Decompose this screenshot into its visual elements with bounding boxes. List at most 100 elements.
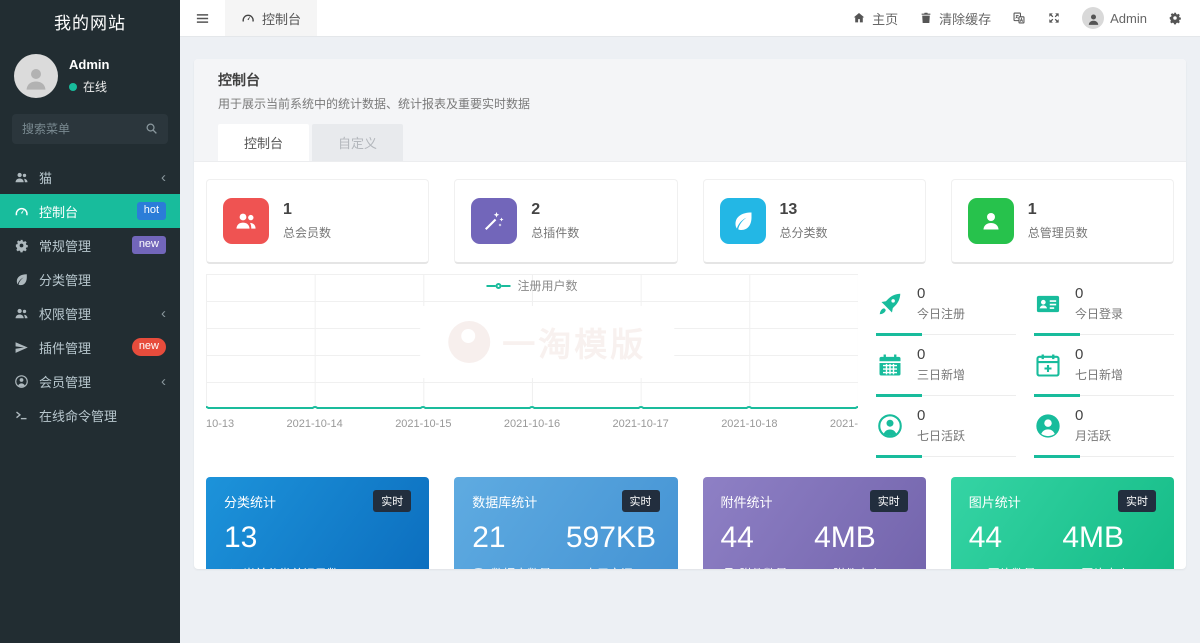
panel-value-label: 图片数量 (988, 565, 1036, 569)
panel-body: 1 总会员数 2 总插件数 13 (194, 162, 1186, 569)
magic-wand-icon (471, 198, 517, 244)
stat-label: 今日注册 (917, 305, 965, 322)
card-total-members[interactable]: 1 总会员数 (206, 179, 429, 264)
chart-point[interactable] (745, 406, 753, 409)
sidebar-item-category[interactable]: 分类管理 (0, 262, 180, 296)
stat-month-active: 0 月活跃 (1034, 396, 1174, 457)
panel-header: 控制台 用于展示当前系统中的统计数据、统计报表及重要实时数据 控制台 自定义 (194, 59, 1186, 162)
panel-image-stats[interactable]: 图片统计 实时 44 图片数量 (951, 477, 1174, 569)
language-icon (1012, 11, 1026, 25)
sidebar-item-addon[interactable]: 插件管理 new (0, 330, 180, 364)
stat-value: 0 (917, 346, 965, 363)
stat-value: 0 (917, 407, 965, 424)
sidebar-item-member[interactable]: 会员管理 ‹ (0, 364, 180, 398)
sidebar-item-auth[interactable]: 权限管理 ‹ (0, 296, 180, 330)
cogs-icon (14, 238, 29, 253)
panel-value: 44 (969, 521, 1063, 555)
legend-line-icon (486, 285, 495, 287)
chart-point[interactable] (854, 406, 858, 409)
x-tick-label: 2021-10-15 (395, 418, 451, 430)
sidebar-item-label: 会员管理 (39, 372, 91, 391)
panel-database-stats[interactable]: 数据库统计 实时 21 数据表数量 (454, 477, 677, 569)
x-tick-label: 2021-10-19 (830, 418, 858, 430)
user-icon (21, 64, 51, 94)
site-logo[interactable]: 我的网站 (0, 0, 180, 42)
language-button[interactable] (1012, 11, 1026, 25)
chart-point[interactable] (311, 406, 319, 409)
x-tick-label: 2021-10-13 (206, 418, 234, 430)
realtime-badge: 实时 (1118, 490, 1156, 512)
home-button[interactable]: 主页 (852, 9, 898, 28)
stat-value: 0 (1075, 346, 1123, 363)
sidebar-item-label: 控制台 (39, 202, 78, 221)
panel-tabs: 控制台 自定义 (218, 124, 1162, 161)
card-total-categories[interactable]: 13 总分类数 (703, 179, 926, 264)
watermark-text: 一淘模版 (502, 318, 646, 366)
chart-point[interactable] (528, 406, 536, 409)
dashboard-panel: 控制台 用于展示当前系统中的统计数据、统计报表及重要实时数据 控制台 自定义 1… (194, 59, 1186, 569)
chart-point[interactable] (419, 406, 427, 409)
stat-panels: 分类统计 实时 13 当前分类总记录数 (206, 477, 1174, 569)
panel-attachment-stats[interactable]: 附件统计 实时 44 附件数量 (703, 477, 926, 569)
paper-plane-icon (14, 340, 29, 355)
stat-label: 月活跃 (1075, 427, 1111, 444)
sidebar-menu: 猫 ‹ 控制台 hot 常规管理 new 分类管理 权限管理 ‹ 插件管理 ne… (0, 160, 180, 643)
settings-button[interactable] (1168, 11, 1182, 25)
registered-users-chart[interactable]: 注册用户数 一淘模版 (206, 274, 858, 430)
tab-console[interactable]: 控制台 (218, 124, 309, 161)
topbar-tab-console[interactable]: 控制台 (225, 0, 317, 36)
new-badge: new (132, 236, 166, 253)
user-status[interactable]: 在线 (69, 78, 109, 95)
panel-value: 13 (224, 521, 411, 555)
watermark: 一淘模版 (420, 306, 674, 378)
stat-label: 七日新增 (1075, 366, 1123, 383)
leaf-icon (720, 198, 766, 244)
leaf-icon (14, 272, 29, 287)
sidebar-item-command[interactable]: 在线命令管理 (0, 398, 180, 432)
users-group-icon (14, 170, 29, 185)
trash-icon (919, 11, 933, 25)
sidebar-toggle-button[interactable] (180, 0, 225, 36)
card-total-addons[interactable]: 2 总插件数 (454, 179, 677, 264)
magic-wand-icon (224, 567, 237, 569)
page-subtitle: 用于展示当前系统中的统计数据、统计报表及重要实时数据 (218, 95, 1162, 112)
chevron-left-icon: ‹ (161, 374, 166, 389)
card-label: 总会员数 (283, 224, 331, 241)
stat-3day-new: 0 三日新增 (876, 335, 1016, 396)
user-status-label: 在线 (83, 78, 107, 95)
search-icon[interactable] (144, 121, 159, 136)
x-tick-label: 2021-10-17 (613, 418, 669, 430)
topbar-user-name: Admin (1110, 11, 1147, 26)
site-title: 我的网站 (54, 9, 126, 34)
panel-title: 分类统计 (224, 492, 276, 511)
card-value: 13 (780, 201, 828, 219)
chevron-left-icon: ‹ (161, 170, 166, 185)
menu-icon (195, 11, 210, 26)
card-total-admins[interactable]: 1 总管理员数 (951, 179, 1174, 264)
user-circle-icon (14, 374, 29, 389)
user-menu[interactable]: Admin (1082, 7, 1147, 29)
card-value: 2 (531, 201, 579, 219)
id-card-icon (1034, 290, 1062, 318)
tab-custom[interactable]: 自定义 (312, 124, 403, 161)
panel-value: 597KB (566, 521, 660, 555)
sidebar-item-general[interactable]: 常规管理 new (0, 228, 180, 262)
chart-point[interactable] (637, 406, 645, 409)
x-tick-label: 2021-10-18 (721, 418, 777, 430)
sidebar-item-console[interactable]: 控制台 hot (0, 194, 180, 228)
database-icon (472, 567, 485, 569)
sidebar-item-label: 插件管理 (39, 338, 91, 357)
stat-today-login: 0 今日登录 (1034, 274, 1174, 335)
mini-stats: 0 今日注册 0 今日登录 (876, 274, 1174, 457)
panel-value: 4MB (814, 521, 908, 555)
page-title: 控制台 (218, 70, 1162, 90)
panel-value-label: 图片大小 (1081, 565, 1129, 569)
card-label: 总插件数 (531, 224, 579, 241)
sidebar-item-cat[interactable]: 猫 ‹ (0, 160, 180, 194)
fullscreen-button[interactable] (1047, 11, 1061, 25)
panel-category-stats[interactable]: 分类统计 实时 13 当前分类总记录数 (206, 477, 429, 569)
panel-title: 数据库统计 (472, 492, 537, 511)
chart-legend[interactable]: 注册用户数 (486, 277, 577, 294)
clear-cache-button[interactable]: 清除缓存 (919, 9, 991, 28)
legend-label: 注册用户数 (517, 277, 577, 294)
